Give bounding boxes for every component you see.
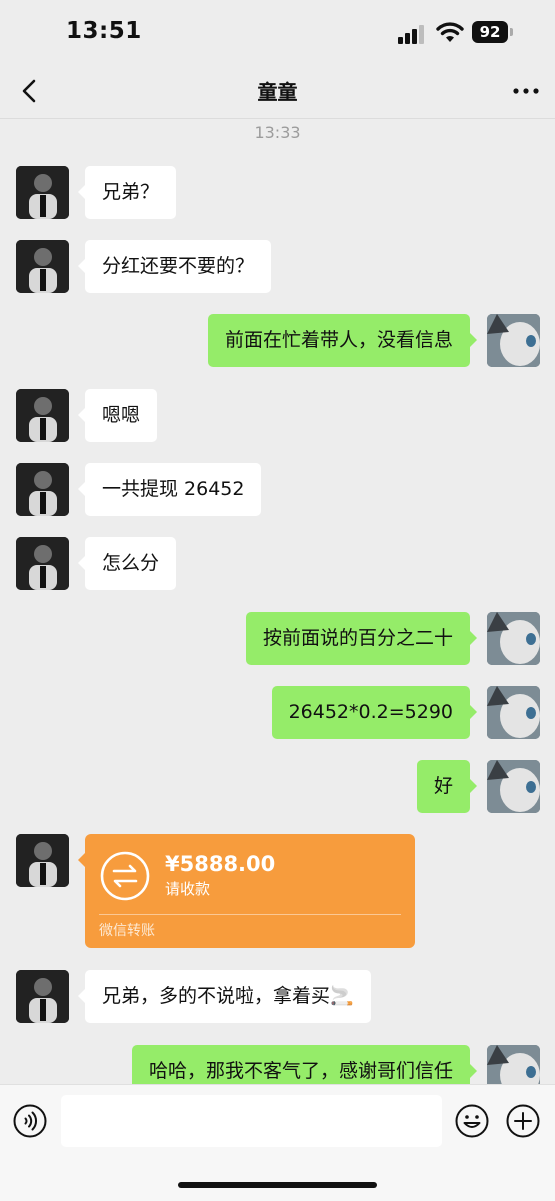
status-time: 13:51 — [66, 18, 142, 44]
transfer-icon — [100, 851, 150, 901]
received-message[interactable]: 嗯嗯 — [77, 389, 158, 442]
divider — [99, 914, 401, 915]
wifi-icon — [436, 22, 464, 42]
status-bar: 13:51 92 — [0, 0, 555, 66]
contact-avatar[interactable] — [16, 240, 69, 293]
battery-level: 92 — [472, 21, 508, 43]
transfer-card[interactable]: ¥5888.00 请收款 微信转账 — [78, 834, 415, 948]
my-avatar[interactable] — [487, 314, 540, 367]
sent-message[interactable]: 前面在忙着带人，没看信息 — [207, 314, 478, 367]
plus-icon[interactable] — [506, 1104, 540, 1138]
received-message[interactable]: 分红还要不要的？ — [77, 240, 272, 293]
emoji-icon[interactable] — [455, 1104, 489, 1138]
contact-avatar[interactable] — [16, 463, 69, 516]
contact-avatar[interactable] — [16, 834, 69, 887]
received-message[interactable]: 一共提现 26452 — [77, 463, 262, 516]
received-message[interactable]: 怎么分 — [77, 537, 177, 590]
sent-message[interactable]: 26452*0.2=5290 — [271, 686, 478, 739]
received-message[interactable]: 兄弟，多的不说啦，拿着买🚬 — [78, 970, 371, 1023]
battery-icon: 92 — [472, 21, 514, 44]
cellular-signal-icon — [398, 24, 428, 44]
more-options-icon[interactable] — [511, 76, 541, 106]
sent-message[interactable]: 好 — [416, 760, 478, 813]
received-message[interactable]: 兄弟？ — [77, 166, 177, 219]
chat-header: 童童 — [0, 66, 555, 119]
contact-avatar[interactable] — [16, 389, 69, 442]
contact-avatar[interactable] — [16, 166, 69, 219]
my-avatar[interactable] — [487, 760, 540, 813]
sent-message[interactable]: 按前面说的百分之二十 — [245, 612, 478, 665]
my-avatar[interactable] — [487, 686, 540, 739]
contact-avatar[interactable] — [16, 537, 69, 590]
transfer-source-label: 微信转账 — [99, 923, 155, 939]
transfer-note: 请收款 — [165, 880, 211, 898]
home-indicator — [178, 1182, 377, 1188]
message-timestamp: 13:33 — [254, 123, 301, 142]
contact-avatar[interactable] — [16, 970, 69, 1023]
my-avatar[interactable] — [487, 612, 540, 665]
message-input[interactable] — [61, 1095, 442, 1147]
transfer-amount: ¥5888.00 — [165, 852, 276, 876]
voice-input-icon[interactable] — [13, 1104, 47, 1138]
chat-title: 童童 — [257, 80, 298, 104]
